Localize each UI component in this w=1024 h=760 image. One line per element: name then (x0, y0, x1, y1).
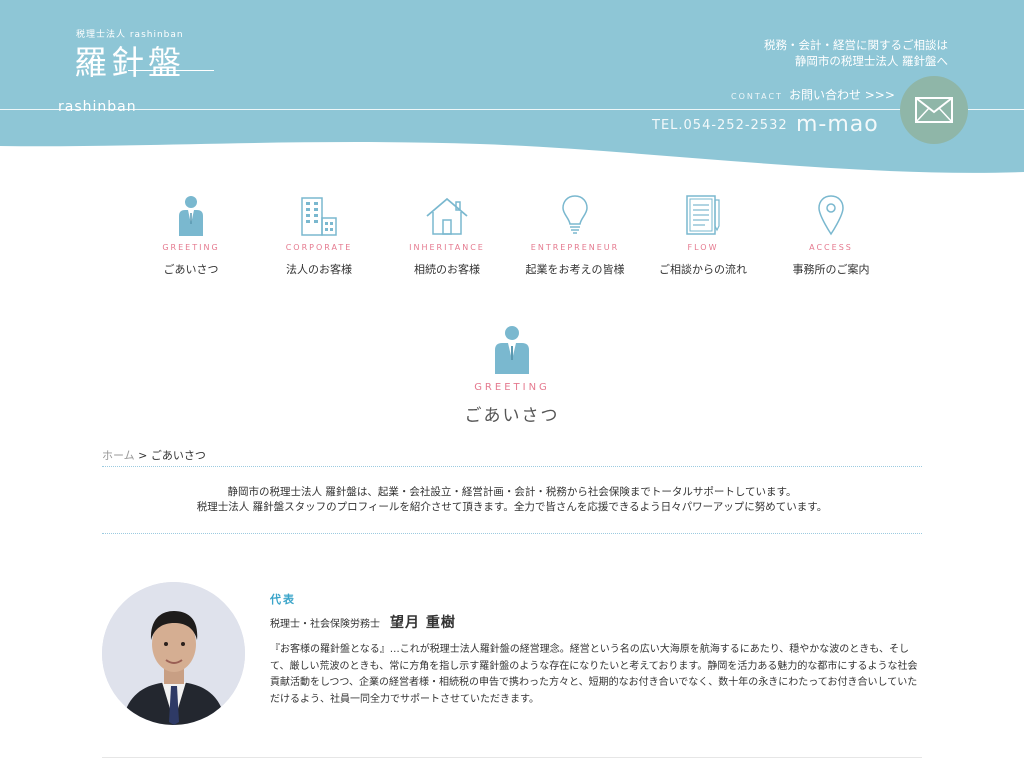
nav-item-corporate[interactable]: CORPORATE 法人のお客様 (255, 192, 383, 277)
representative-name: 望月 重樹 (390, 615, 456, 631)
nav-jp-label: 相続のお客様 (414, 263, 480, 276)
main-nav: GREETING ごあいさつ CORPORATE 法人のお客様 INHERITA… (127, 192, 897, 277)
building-icon (301, 197, 337, 236)
logo-underline (128, 70, 214, 71)
breadcrumb: ホーム > ごあいさつ (102, 447, 206, 463)
person-icon (495, 326, 529, 374)
nav-item-entrepreneur[interactable]: ENTREPRENEUR 起業をお考えの皆様 (511, 192, 639, 277)
envelope-icon (915, 97, 953, 123)
representative-photo (102, 582, 245, 725)
header-divider (0, 109, 1024, 110)
role-label: 代表 (270, 593, 296, 606)
intro-text: 静岡市の税理士法人 羅針盤は、起業・会社設立・経営計画・会計・税務から社会保険ま… (102, 485, 922, 515)
contact-small-label: CONTACT (731, 92, 783, 101)
nav-en-label: ENTREPRENEUR (530, 243, 620, 252)
lightbulb-icon (562, 195, 588, 234)
nav-jp-label: 事務所のご案内 (792, 263, 870, 276)
mail-button[interactable] (900, 76, 968, 144)
divider-top (102, 466, 922, 467)
logo-sub-text: rashinban (58, 99, 137, 115)
nav-en-label: FLOW (687, 243, 719, 252)
header-tagline: 税務・会計・経営に関するご相談は 静岡市の税理士法人 羅針盤へ (764, 37, 948, 69)
nav-item-flow[interactable]: FLOW ご相談からの流れ (639, 192, 767, 277)
tagline-line-1: 税務・会計・経営に関するご相談は (764, 38, 948, 52)
nav-en-label: ACCESS (809, 243, 853, 252)
breadcrumb-home-link[interactable]: ホーム (102, 449, 135, 462)
phone-number: TEL.054-252-2532 (652, 118, 788, 133)
section-divider (102, 757, 922, 758)
contact-label: お問い合わせ >>> (788, 88, 895, 102)
contact-link[interactable]: CONTACT お問い合わせ >>> (731, 86, 895, 103)
intro-line-1: 静岡市の税理士法人 羅針盤は、起業・会社設立・経営計画・会計・税務から社会保険ま… (227, 486, 797, 498)
profile-bio: 『お客様の羅針盤となる』…これが税理士法人羅針盤の経営理念。経営という名の広い大… (270, 644, 918, 705)
profile-title: 税理士・社会保険労務士 望月 重樹 (270, 612, 456, 632)
nav-item-inheritance[interactable]: INHERITANCE 相続のお客様 (383, 192, 511, 277)
page-title-en: GREETING (474, 382, 550, 393)
nav-jp-label: 法人のお客様 (286, 263, 352, 276)
map-pin-icon (818, 195, 844, 236)
divider-bottom (102, 533, 922, 534)
tagline-line-2: 静岡市の税理士法人 羅針盤へ (794, 54, 948, 68)
intro-line-2: 税理士法人 羅針盤スタッフのプロフィールを紹介させて頂きます。全力で皆さんを応援… (196, 501, 828, 513)
house-icon (426, 197, 468, 235)
nav-en-label: GREETING (162, 243, 220, 252)
breadcrumb-separator: > (138, 449, 148, 462)
nav-item-greeting[interactable]: GREETING ごあいさつ (127, 192, 255, 277)
logo-main-text: 羅針盤 (74, 43, 185, 82)
page-title: ごあいさつ (464, 406, 560, 426)
nav-item-access[interactable]: ACCESS 事務所のご案内 (767, 192, 895, 277)
breadcrumb-current: ごあいさつ (150, 449, 206, 462)
brand-secondary-logo: m-mao (796, 112, 879, 137)
nav-jp-label: ごあいさつ (163, 263, 219, 276)
document-icon (686, 195, 720, 235)
qualification-label: 税理士・社会保険労務士 (270, 619, 380, 630)
nav-en-label: CORPORATE (285, 243, 353, 252)
nav-jp-label: 起業をお考えの皆様 (525, 263, 625, 276)
nav-en-label: INHERITANCE (409, 243, 485, 252)
person-icon (179, 196, 203, 236)
nav-jp-label: ご相談からの流れ (659, 263, 747, 276)
